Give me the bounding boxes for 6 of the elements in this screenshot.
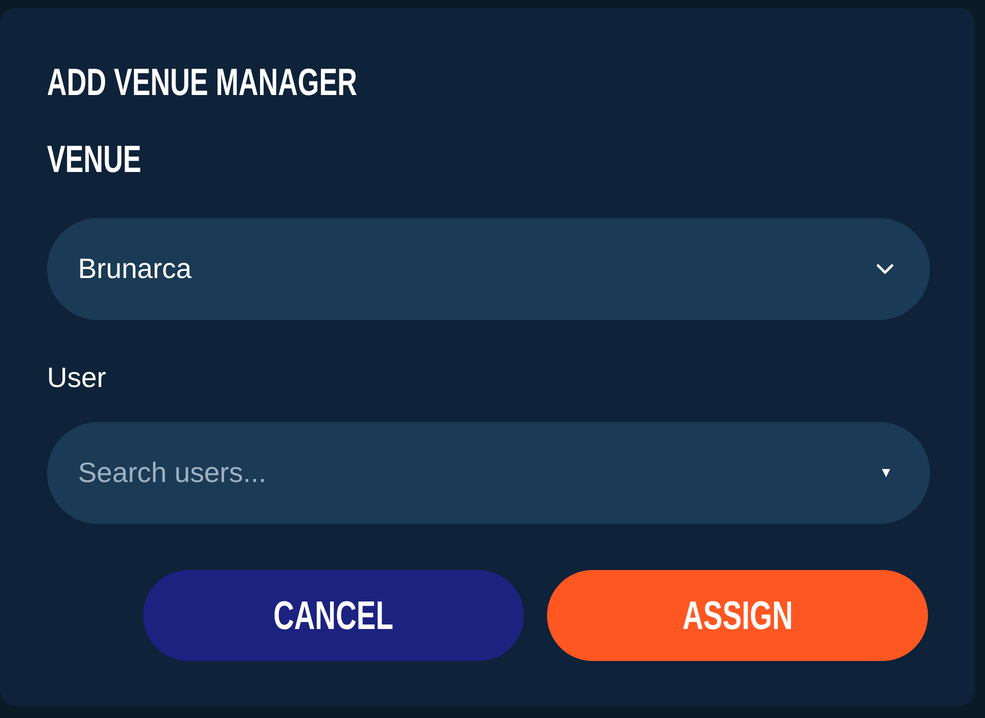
dropdown-arrow-icon: ▼ (879, 462, 893, 482)
dialog-title: ADD VENUE MANAGER (47, 64, 358, 102)
venue-select[interactable]: Brunarca (47, 218, 930, 320)
cancel-button[interactable]: CANCEL (143, 570, 524, 661)
user-label: User (47, 361, 106, 395)
venue-label: VENUE (47, 141, 142, 179)
